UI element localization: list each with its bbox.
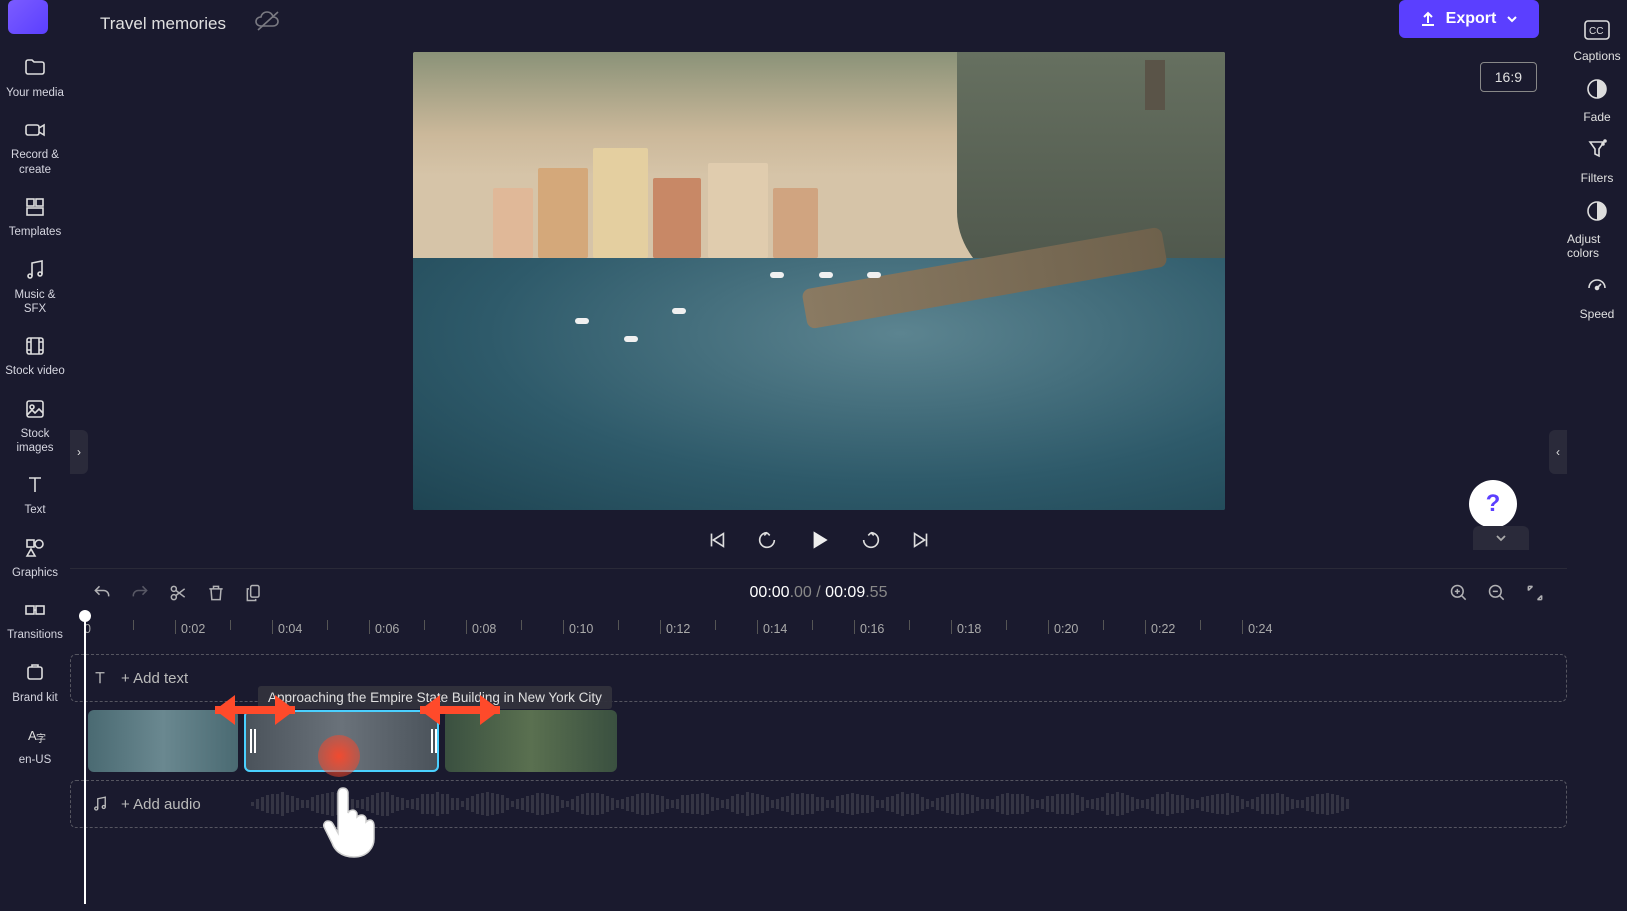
- ruler-mark: 0:24: [1248, 622, 1272, 636]
- cc-icon: CC: [1584, 20, 1610, 43]
- sidebar-your-media[interactable]: Your media: [1, 48, 69, 108]
- text-icon: [23, 471, 47, 499]
- upload-icon: [1420, 11, 1436, 27]
- skip-back-button[interactable]: [706, 529, 728, 551]
- rightbar-fade[interactable]: Fade: [1583, 77, 1610, 124]
- right-sidebar: CC Captions Fade Filters Adjust colors S…: [1567, 0, 1627, 321]
- rightbar-filters[interactable]: Filters: [1581, 138, 1614, 185]
- film-icon: [23, 332, 47, 360]
- sidebar-stock-video[interactable]: Stock video: [1, 326, 69, 386]
- app-logo[interactable]: [8, 0, 48, 34]
- fit-timeline-button[interactable]: [1525, 583, 1545, 603]
- time-display: 00:00.00 / 00:09.55: [750, 584, 888, 602]
- rightbar-speed[interactable]: Speed: [1580, 274, 1615, 321]
- left-sidebar: Your media Record & create Templates Mus…: [0, 48, 70, 911]
- tutorial-arrow-right: [395, 680, 525, 740]
- expand-panel-tab[interactable]: [1473, 526, 1529, 550]
- timeline-ruler[interactable]: 00:020:040:060:080:100:120:140:160:180:2…: [70, 616, 1567, 650]
- chevron-down-icon: [1494, 531, 1508, 545]
- sidebar-transitions[interactable]: Transitions: [1, 590, 69, 650]
- ruler-mark: 0:12: [666, 622, 690, 636]
- skip-forward-button[interactable]: [910, 529, 932, 551]
- ruler-mark: 0:18: [957, 622, 981, 636]
- templates-icon: [23, 193, 47, 221]
- music-icon: [23, 256, 47, 284]
- chevron-down-icon: [1506, 13, 1518, 25]
- speed-icon: [1585, 274, 1609, 301]
- redo-button[interactable]: [130, 583, 150, 603]
- aspect-ratio-button[interactable]: 16:9: [1480, 62, 1537, 92]
- sidebar-brand-kit[interactable]: Brand kit: [1, 653, 69, 713]
- split-button[interactable]: [168, 583, 188, 603]
- svg-text:CC: CC: [1589, 26, 1603, 37]
- help-button[interactable]: ?: [1469, 480, 1517, 528]
- delete-button[interactable]: [206, 583, 226, 603]
- undo-button[interactable]: [92, 583, 112, 603]
- adjust-icon: [1585, 199, 1609, 226]
- ruler-mark: 0:06: [375, 622, 399, 636]
- zoom-out-button[interactable]: [1487, 583, 1507, 603]
- sidebar-record-create[interactable]: Record & create: [1, 110, 69, 185]
- ruler-mark: 0:02: [181, 622, 205, 636]
- tutorial-hand-cursor: [315, 780, 385, 863]
- add-text-hint: + Add text: [121, 670, 188, 687]
- music-icon: [91, 795, 109, 813]
- cloud-off-icon: [254, 10, 282, 37]
- sidebar-music[interactable]: Music & SFX: [1, 250, 69, 325]
- sidebar-templates[interactable]: Templates: [1, 187, 69, 247]
- preview-area: 16:9: [70, 48, 1567, 568]
- folder-icon: [23, 54, 47, 82]
- language-icon: A字: [23, 721, 47, 749]
- add-audio-hint: + Add audio: [121, 796, 201, 813]
- audio-track[interactable]: + Add audio: [70, 780, 1567, 828]
- ruler-mark: 0:22: [1151, 622, 1175, 636]
- forward-5-button[interactable]: [860, 529, 882, 551]
- ruler-mark: 0:14: [763, 622, 787, 636]
- ruler-mark: 0:10: [569, 622, 593, 636]
- ruler-mark: 0:04: [278, 622, 302, 636]
- video-preview[interactable]: [413, 52, 1225, 510]
- project-title: Travel memories: [100, 14, 226, 34]
- fade-icon: [1585, 77, 1609, 104]
- waveform-preview: [251, 793, 1556, 815]
- sidebar-language[interactable]: A字 en-US: [1, 715, 69, 775]
- zoom-in-button[interactable]: [1449, 583, 1469, 603]
- ruler-mark: 0:20: [1054, 622, 1078, 636]
- camera-icon: [23, 116, 47, 144]
- sidebar-graphics[interactable]: Graphics: [1, 528, 69, 588]
- export-button[interactable]: Export: [1399, 0, 1539, 38]
- rightbar-captions[interactable]: CC Captions: [1573, 20, 1620, 63]
- tutorial-arrow-left: [190, 680, 320, 740]
- duplicate-button[interactable]: [244, 583, 264, 603]
- filters-icon: [1585, 138, 1609, 165]
- rewind-5-button[interactable]: [756, 529, 778, 551]
- sidebar-stock-images[interactable]: Stock images: [1, 389, 69, 464]
- rightbar-adjust-colors[interactable]: Adjust colors: [1567, 199, 1627, 260]
- image-icon: [23, 395, 47, 423]
- brand-icon: [23, 659, 47, 687]
- ruler-mark: 0:16: [860, 622, 884, 636]
- playback-controls: [70, 512, 1567, 568]
- timeline-toolbar: 00:00.00 / 00:09.55: [70, 568, 1567, 616]
- graphics-icon: [23, 534, 47, 562]
- svg-text:字: 字: [36, 732, 46, 745]
- transitions-icon: [23, 596, 47, 624]
- text-icon: [91, 669, 109, 687]
- play-button[interactable]: [806, 527, 832, 553]
- ruler-mark: 0:08: [472, 622, 496, 636]
- playhead[interactable]: [84, 614, 86, 904]
- sidebar-text[interactable]: Text: [1, 465, 69, 525]
- tutorial-touch-indicator: [318, 735, 360, 777]
